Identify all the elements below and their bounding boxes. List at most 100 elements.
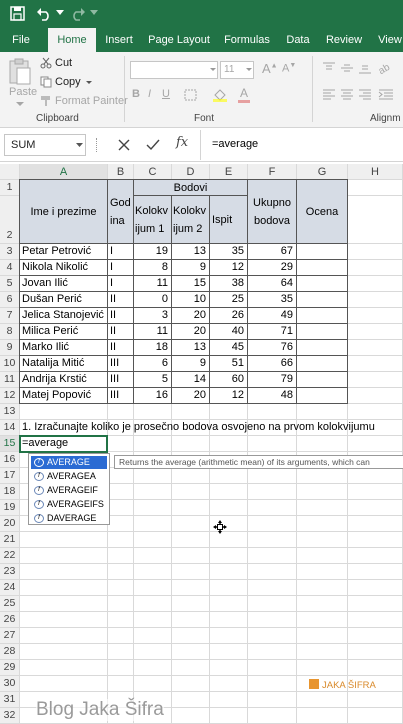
student-total-cell[interactable]: 79 (248, 372, 297, 388)
grid-cell[interactable] (348, 596, 403, 612)
student-total-cell[interactable]: 71 (248, 324, 297, 340)
row-header-24[interactable]: 24 (0, 580, 20, 596)
grid-cell[interactable] (134, 484, 172, 500)
grid-cell[interactable] (297, 468, 348, 484)
grid-cell[interactable] (20, 644, 108, 660)
grid-cell[interactable] (248, 468, 297, 484)
formula-input[interactable]: =average (206, 134, 403, 156)
student-total-cell[interactable]: 48 (248, 388, 297, 404)
grid-cell[interactable] (210, 532, 248, 548)
grid-cell[interactable] (172, 676, 210, 692)
grid-cell[interactable] (248, 564, 297, 580)
grid-cell[interactable] (348, 388, 403, 404)
grid-cell[interactable] (108, 484, 134, 500)
tab-insert[interactable]: Insert (100, 28, 138, 52)
grid-cell[interactable] (248, 484, 297, 500)
paste-icon[interactable] (8, 58, 32, 86)
grid-cell[interactable] (210, 564, 248, 580)
grid-cell[interactable] (20, 612, 108, 628)
row-header-18[interactable]: 18 (0, 484, 20, 500)
student-year-cell[interactable]: I (108, 260, 134, 276)
row-header-28[interactable]: 28 (0, 644, 20, 660)
row-header-4[interactable]: 4 (0, 260, 20, 276)
grid-cell[interactable] (348, 580, 403, 596)
student-k2-cell[interactable]: 13 (172, 244, 210, 260)
grid-cell[interactable] (297, 516, 348, 532)
grid-cell[interactable] (297, 708, 348, 724)
autocomplete-item-averageifs[interactable]: f AVERAGEIFS (31, 498, 107, 511)
grid-cell[interactable] (172, 468, 210, 484)
grid-cell[interactable] (348, 708, 403, 724)
font-color-icon[interactable]: A (240, 86, 248, 100)
student-grade-cell[interactable] (297, 260, 348, 276)
student-year-cell[interactable]: I (108, 244, 134, 260)
grid-cell[interactable] (348, 308, 403, 324)
align-bottom-icon[interactable] (358, 62, 372, 74)
grid-cell[interactable] (348, 564, 403, 580)
grid-cell[interactable] (108, 516, 134, 532)
grid-cell[interactable] (210, 468, 248, 484)
grid-cell[interactable] (108, 548, 134, 564)
italic-icon[interactable]: I (148, 88, 151, 100)
grid-cell[interactable] (134, 532, 172, 548)
row-header-11[interactable]: 11 (0, 372, 20, 388)
grid-cell[interactable] (248, 612, 297, 628)
student-k1-cell[interactable]: 16 (134, 388, 172, 404)
enter-check-icon[interactable] (146, 139, 160, 151)
tab-formulas[interactable]: Formulas (220, 28, 274, 52)
grid-cell[interactable] (348, 292, 403, 308)
grid-cell[interactable] (172, 532, 210, 548)
grid-cell[interactable] (348, 180, 403, 196)
grid-cell[interactable] (134, 676, 172, 692)
grid-cell[interactable] (297, 436, 348, 452)
grid-cell[interactable] (348, 468, 403, 484)
align-middle-icon[interactable] (340, 62, 354, 74)
align-left-icon[interactable] (322, 88, 336, 100)
grid-cell[interactable] (108, 580, 134, 596)
name-box-dropdown-icon[interactable] (76, 143, 83, 147)
grid-cell[interactable] (210, 692, 248, 708)
fill-color-icon[interactable] (212, 88, 228, 102)
align-right-icon[interactable] (358, 88, 372, 100)
student-k1-cell[interactable]: 18 (134, 340, 172, 356)
grid-cell[interactable] (297, 564, 348, 580)
grid-cell[interactable] (172, 692, 210, 708)
grid-cell[interactable] (20, 532, 108, 548)
student-grade-cell[interactable] (297, 340, 348, 356)
grid-cell[interactable] (248, 516, 297, 532)
grid-cell[interactable] (210, 596, 248, 612)
grid-cell[interactable] (134, 404, 172, 420)
grid-cell[interactable] (108, 404, 134, 420)
autocomplete-item-averagea[interactable]: f AVERAGEA (31, 470, 107, 483)
student-year-cell[interactable]: II (108, 340, 134, 356)
grid-cell[interactable] (210, 628, 248, 644)
student-k2-cell[interactable]: 15 (172, 276, 210, 292)
grid-cell[interactable] (210, 548, 248, 564)
row-header-14[interactable]: 14 (0, 420, 20, 436)
row-header-1[interactable]: 1 (0, 180, 20, 196)
column-header-e[interactable]: E (210, 164, 248, 180)
student-exam-cell[interactable]: 35 (210, 244, 248, 260)
grid-cell[interactable] (248, 660, 297, 676)
insert-function-icon[interactable]: fx (176, 135, 188, 150)
grid-cell[interactable] (210, 644, 248, 660)
cut-button[interactable]: Cut (55, 57, 72, 69)
grid-cell[interactable] (134, 516, 172, 532)
grid-cell[interactable] (297, 660, 348, 676)
row-header-15[interactable]: 15 (0, 436, 20, 452)
grid-cell[interactable] (210, 580, 248, 596)
grid-cell[interactable] (108, 660, 134, 676)
student-k2-cell[interactable]: 20 (172, 308, 210, 324)
row-header-19[interactable]: 19 (0, 500, 20, 516)
grow-font-icon[interactable]: A▲ (262, 61, 278, 76)
grid-cell[interactable] (348, 644, 403, 660)
grid-cell[interactable] (172, 708, 210, 724)
row-header-31[interactable]: 31 (0, 692, 20, 708)
student-grade-cell[interactable] (297, 244, 348, 260)
student-exam-cell[interactable]: 40 (210, 324, 248, 340)
autocomplete-list[interactable]: f AVERAGE f AVERAGEA f AVERAGEIF f AVERAGEIFS f D… (28, 453, 110, 525)
student-exam-cell[interactable]: 12 (210, 388, 248, 404)
student-k1-cell[interactable]: 3 (134, 308, 172, 324)
grid-cell[interactable] (348, 532, 403, 548)
grid-cell[interactable] (297, 692, 348, 708)
